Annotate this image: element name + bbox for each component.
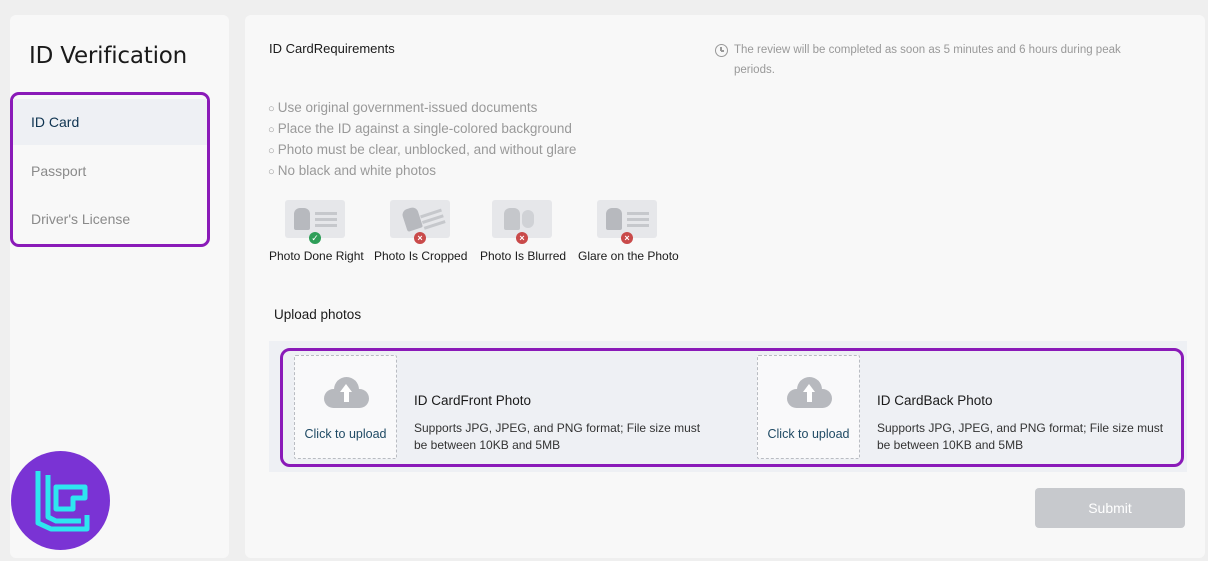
sample-label: Photo Is Blurred: [480, 249, 567, 263]
nav-item-id-card[interactable]: ID Card: [13, 99, 207, 145]
review-note-text: The review will be completed as soon as …: [734, 44, 1121, 76]
page-title: ID Verification: [29, 43, 188, 69]
sample-label: Photo Is Cropped: [374, 249, 468, 263]
review-note: The review will be completed as soon as …: [715, 40, 1155, 80]
clock-icon: [715, 44, 728, 57]
submit-button[interactable]: Submit: [1035, 488, 1185, 528]
upload-title: Upload photos: [274, 307, 362, 322]
sample-label: Photo Done Right: [269, 249, 364, 263]
requirement-item: Use original government-issued documents: [268, 98, 576, 119]
requirement-item: Place the ID against a single-colored ba…: [268, 119, 576, 140]
cross-icon: ×: [621, 232, 633, 244]
sample-label: Glare on the Photo: [578, 249, 679, 263]
requirement-item: No black and white photos: [268, 161, 576, 182]
nav-item-passport[interactable]: Passport: [13, 148, 207, 194]
cross-icon: ×: [414, 232, 426, 244]
requirements-list: Use original government-issued documents…: [268, 98, 577, 182]
requirement-item: Photo must be clear, unblocked, and with…: [268, 140, 577, 161]
document-type-nav: ID Card Passport Driver's License: [10, 92, 210, 247]
cross-icon: ×: [516, 232, 528, 244]
brand-logo: [11, 451, 110, 550]
check-icon: ✓: [309, 232, 321, 244]
brand-logo-mark: [35, 471, 90, 532]
main-panel: ID CardRequirements The review will be c…: [245, 15, 1205, 558]
requirements-title: ID CardRequirements: [269, 41, 395, 56]
upload-highlight-frame: [280, 348, 1184, 467]
nav-item-drivers-license[interactable]: Driver's License: [13, 196, 207, 242]
